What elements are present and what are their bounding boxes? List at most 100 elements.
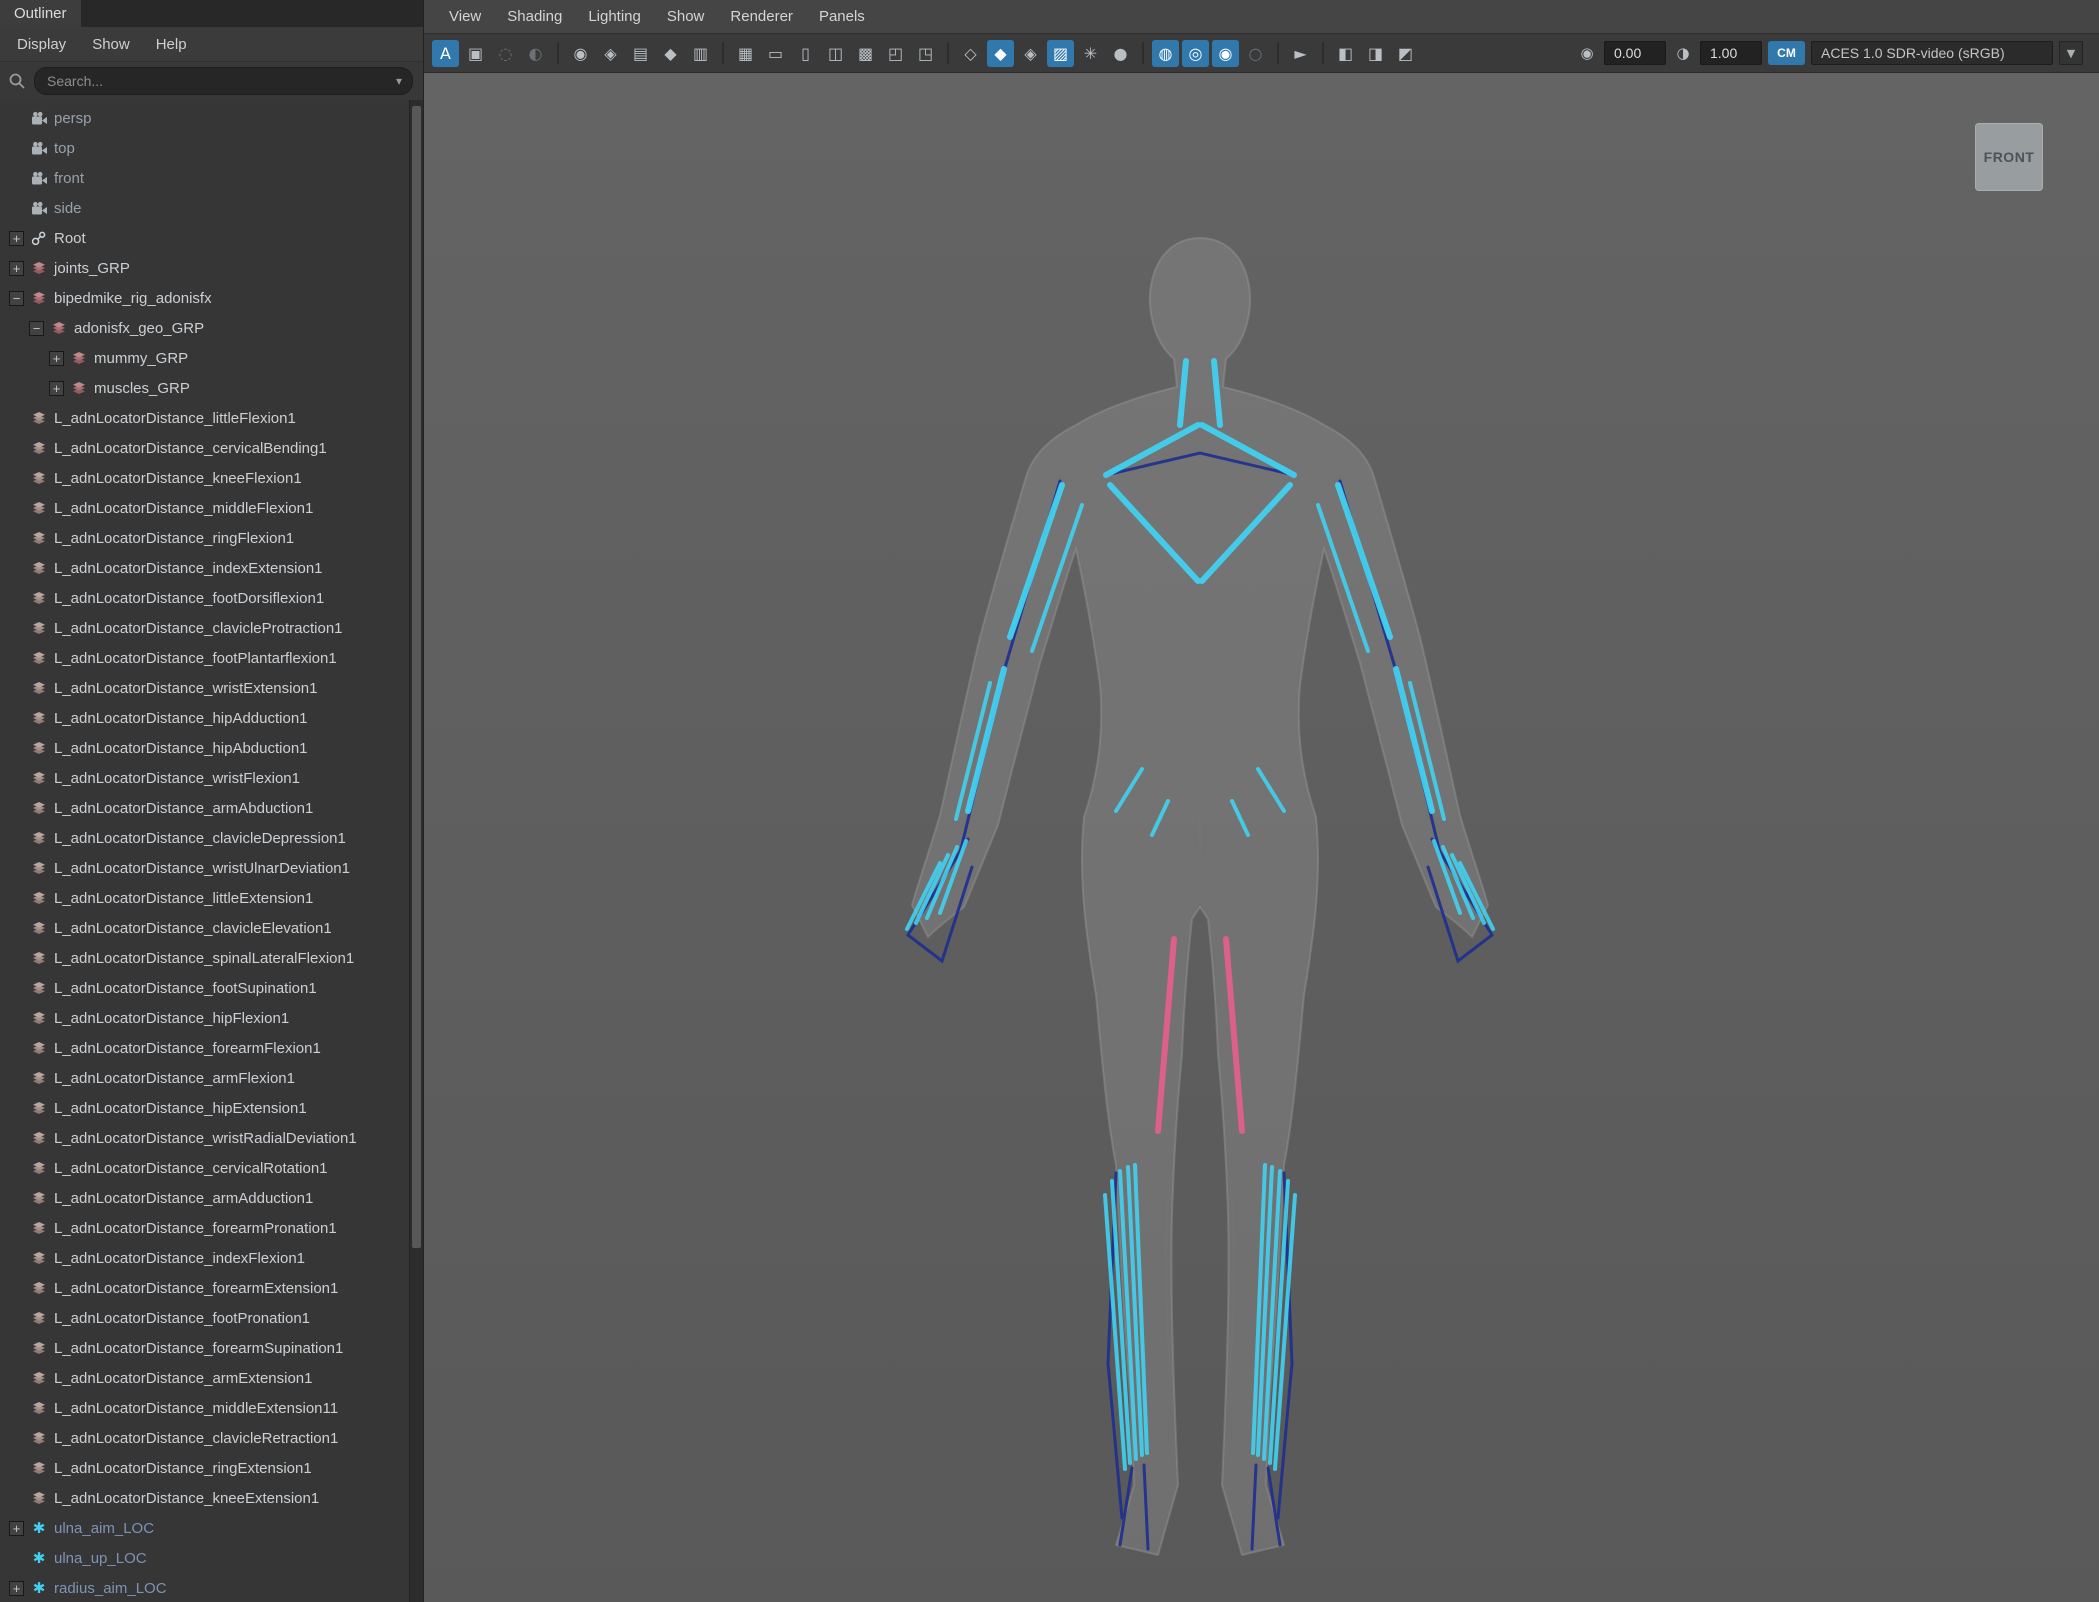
expand-toggle[interactable] [9, 1520, 24, 1536]
outliner-row[interactable]: ✱ side [0, 193, 423, 223]
viewport-menu-view[interactable]: View [436, 8, 494, 25]
body-mesh[interactable] [910, 236, 1490, 1557]
expand-toggle[interactable] [49, 380, 64, 396]
outliner-row[interactable]: ✱ L_adnLocatorDistance_footPlantarflexio… [0, 643, 423, 673]
outliner-row[interactable]: ✱ top [0, 133, 423, 163]
outliner-row[interactable]: ✱ L_adnLocatorDistance_forearmFlexion1 [0, 1033, 423, 1063]
search-filter-icon[interactable] [7, 71, 27, 91]
motion-blur-icon[interactable]: ◎ [1182, 39, 1209, 67]
lock-camera-icon[interactable]: ◈ [597, 40, 624, 67]
exposure-icon[interactable]: ◉ [1576, 42, 1598, 64]
outliner-row[interactable]: ✱ ulna_aim_LOC [0, 1513, 423, 1543]
outliner-row[interactable]: ✱ L_adnLocatorDistance_wristUlnarDeviati… [0, 853, 423, 883]
outliner-row[interactable]: ✱ L_adnLocatorDistance_ringFlexion1 [0, 523, 423, 553]
viewport-menu-panels[interactable]: Panels [806, 8, 878, 25]
use-all-lights-icon[interactable]: ✳ [1077, 40, 1104, 67]
wireframe-icon[interactable]: ◇ [957, 40, 984, 67]
outliner-menu-show[interactable]: Show [79, 36, 143, 53]
color-management-toggle[interactable]: CM [1768, 41, 1805, 65]
outliner-row[interactable]: ✱ L_adnLocatorDistance_littleFlexion1 [0, 403, 423, 433]
outliner-row[interactable]: ✱ L_adnLocatorDistance_hipAdduction1 [0, 703, 423, 733]
outliner-row[interactable]: ✱ L_adnLocatorDistance_armFlexion1 [0, 1063, 423, 1093]
exposure-field[interactable]: 0.00 [1604, 41, 1666, 65]
shadows-icon[interactable]: ● [1107, 40, 1134, 67]
expand-toggle[interactable] [9, 290, 24, 306]
colorspace-chevron-icon[interactable]: ▼ [2059, 41, 2083, 65]
camera-attributes-icon[interactable]: ▤ [627, 40, 654, 67]
selection-highlight-icon[interactable]: A [432, 39, 459, 67]
outliner-row[interactable]: ✱ L_adnLocatorDistance_kneeExtension1 [0, 1483, 423, 1513]
safe-title-icon[interactable]: ◳ [912, 40, 939, 67]
expand-toggle[interactable] [49, 350, 64, 366]
outliner-row[interactable]: ✱ L_adnLocatorDistance_cervicalRotation1 [0, 1153, 423, 1183]
outliner-row[interactable]: ✱ L_adnLocatorDistance_indexExtension1 [0, 553, 423, 583]
outliner-row[interactable]: ✱ L_adnLocatorDistance_armExtension1 [0, 1363, 423, 1393]
outliner-row[interactable]: ✱ persp [0, 103, 423, 133]
outliner-row[interactable]: ✱ L_adnLocatorDistance_clavicleRetractio… [0, 1423, 423, 1453]
select-camera-icon[interactable]: ◉ [567, 40, 594, 67]
outliner-row[interactable]: ✱ L_adnLocatorDistance_clavicleElevation… [0, 913, 423, 943]
grid-icon[interactable]: ▦ [732, 40, 759, 67]
checkered-icon[interactable]: ▨ [1047, 39, 1074, 67]
pane-layout-split-icon[interactable]: ◨ [1362, 40, 1389, 67]
depth-of-field-icon[interactable]: ○ [1242, 40, 1269, 67]
outliner-row[interactable]: ✱ L_adnLocatorDistance_forearmPronation1 [0, 1213, 423, 1243]
bookmark-icon[interactable]: ◆ [657, 40, 684, 67]
outliner-row[interactable]: ✱ mummy_GRP [0, 343, 423, 373]
marquee-select-icon[interactable]: ▣ [462, 40, 489, 67]
viewport-menu-lighting[interactable]: Lighting [575, 8, 654, 25]
outliner-scrollbar[interactable] [409, 100, 423, 1602]
outliner-row[interactable]: ✱ L_adnLocatorDistance_footPronation1 [0, 1303, 423, 1333]
outliner-row[interactable]: ✱ muscles_GRP [0, 373, 423, 403]
outliner-row[interactable]: ✱ L_adnLocatorDistance_kneeFlexion1 [0, 463, 423, 493]
outliner-row[interactable]: ✱ L_adnLocatorDistance_wristRadialDeviat… [0, 1123, 423, 1153]
field-chart-icon[interactable]: ▩ [852, 40, 879, 67]
expand-toggle[interactable] [9, 1580, 24, 1596]
selection-pointer-icon[interactable]: ► [1287, 40, 1314, 67]
outliner-row[interactable]: ✱ L_adnLocatorDistance_footDorsiflexion1 [0, 583, 423, 613]
expand-toggle[interactable] [9, 260, 24, 276]
outliner-row[interactable]: ✱ adonisfx_geo_GRP [0, 313, 423, 343]
outliner-row[interactable]: ✱ L_adnLocatorDistance_ringExtension1 [0, 1453, 423, 1483]
outliner-row[interactable]: ✱ ulna_up_LOC [0, 1543, 423, 1573]
outliner-menu-display[interactable]: Display [4, 36, 79, 53]
character-mesh[interactable] [770, 213, 1630, 1602]
viewport-menu-show[interactable]: Show [654, 8, 718, 25]
gamma-icon[interactable]: ◑ [1672, 42, 1694, 64]
outliner-row[interactable]: ✱ front [0, 163, 423, 193]
textured-icon[interactable]: ◈ [1017, 40, 1044, 67]
outliner-row[interactable]: ✱ bipedmike_rig_adonisfx [0, 283, 423, 313]
outliner-row[interactable]: ✱ L_adnLocatorDistance_forearmSupination… [0, 1333, 423, 1363]
gamma-field[interactable]: 1.00 [1700, 41, 1762, 65]
viewport-canvas[interactable]: FRONT [424, 73, 2099, 1602]
outliner-menu-help[interactable]: Help [143, 36, 200, 53]
colorspace-dropdown[interactable]: ACES 1.0 SDR-video (sRGB) [1811, 41, 2053, 65]
image-plane-icon[interactable]: ▥ [687, 40, 714, 67]
pane-layout-quad-icon[interactable]: ◩ [1392, 40, 1419, 67]
outliner-row[interactable]: ✱ L_adnLocatorDistance_hipAbduction1 [0, 733, 423, 763]
outliner-row[interactable]: ✱ joints_GRP [0, 253, 423, 283]
outliner-row[interactable]: ✱ L_adnLocatorDistance_armAbduction1 [0, 793, 423, 823]
outliner-row[interactable]: ✱ L_adnLocatorDistance_middleExtension11 [0, 1393, 423, 1423]
outliner-row[interactable]: ✱ radius_aim_LOC [0, 1573, 423, 1602]
gate-mask-icon[interactable]: ◫ [822, 40, 849, 67]
screen-space-ao-icon[interactable]: ◍ [1152, 39, 1179, 67]
view-axis-label[interactable]: FRONT [1975, 123, 2043, 191]
pane-layout-single-icon[interactable]: ◧ [1332, 40, 1359, 67]
viewport-menu-shading[interactable]: Shading [494, 8, 575, 25]
outliner-tab[interactable]: Outliner [0, 0, 81, 27]
anti-alias-icon[interactable]: ◉ [1212, 39, 1239, 67]
outliner-row[interactable]: ✱ L_adnLocatorDistance_wristFlexion1 [0, 763, 423, 793]
outliner-row[interactable]: ✱ L_adnLocatorDistance_footSupination1 [0, 973, 423, 1003]
outliner-row[interactable]: ✱ L_adnLocatorDistance_armAdduction1 [0, 1183, 423, 1213]
outliner-row[interactable]: ✱ L_adnLocatorDistance_hipExtension1 [0, 1093, 423, 1123]
outliner-row[interactable]: ✱ L_adnLocatorDistance_clavicleDepressio… [0, 823, 423, 853]
outliner-row[interactable]: ✱ Root [0, 223, 423, 253]
safe-action-icon[interactable]: ◰ [882, 40, 909, 67]
smooth-shade-icon[interactable]: ◆ [987, 39, 1014, 67]
outliner-row[interactable]: ✱ L_adnLocatorDistance_indexFlexion1 [0, 1243, 423, 1273]
resolution-gate-icon[interactable]: ▯ [792, 40, 819, 67]
outliner-row[interactable]: ✱ L_adnLocatorDistance_forearmExtension1 [0, 1273, 423, 1303]
outliner-row[interactable]: ✱ L_adnLocatorDistance_hipFlexion1 [0, 1003, 423, 1033]
viewport-menu-renderer[interactable]: Renderer [717, 8, 806, 25]
